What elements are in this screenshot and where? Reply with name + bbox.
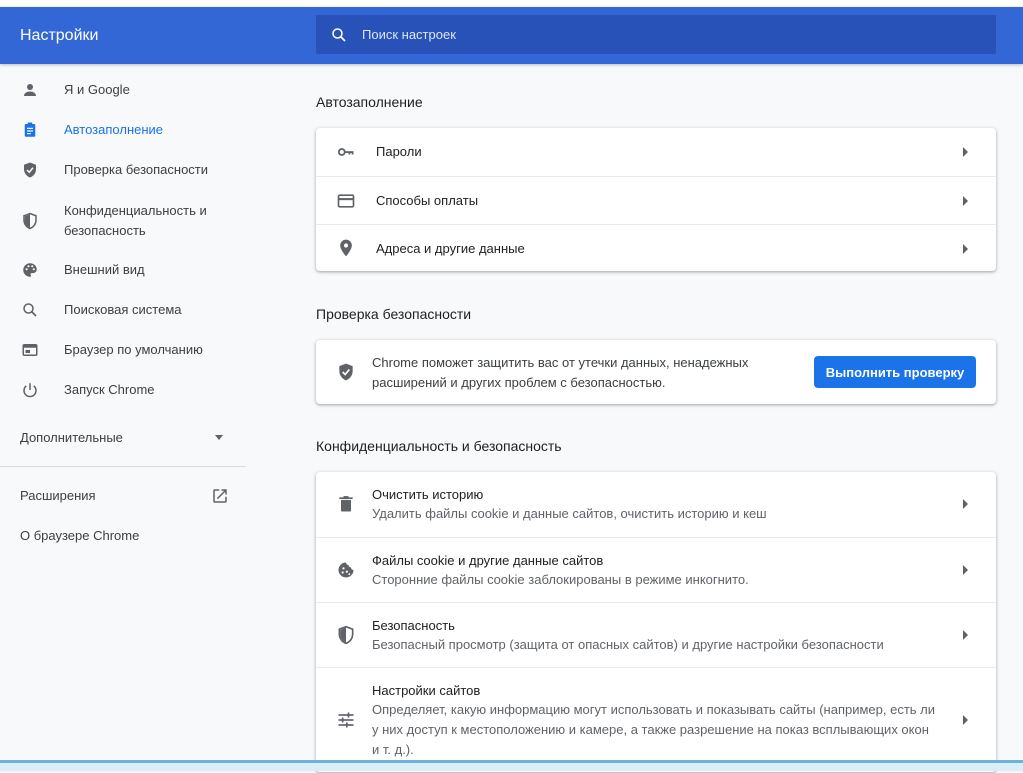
open-in-new-icon <box>211 487 229 510</box>
sidebar-item-extensions[interactable]: Расширения <box>0 486 246 506</box>
search-input[interactable]: Поиск настроек <box>362 15 456 54</box>
person-icon <box>20 80 40 100</box>
sidebar-item-search-engine[interactable]: Поисковая система <box>0 300 246 320</box>
sidebar-item-label: Браузер по умолчанию <box>64 342 203 357</box>
row-security[interactable]: Безопасность Безопасный просмотр (защита… <box>316 602 996 668</box>
arrow-right-icon <box>963 630 968 640</box>
sidebar-item-you-and-google[interactable]: Я и Google <box>0 80 246 100</box>
power-icon <box>20 380 40 400</box>
sidebar-item-label: Внешний вид <box>64 262 145 277</box>
arrow-right-icon <box>963 147 968 157</box>
row-title: Настройки сайтов <box>372 683 481 698</box>
settings-header: Настройки Поиск настроек <box>0 7 1023 64</box>
row-cookies[interactable]: Файлы cookie и другие данные сайтов Стор… <box>316 537 996 603</box>
row-label: Адреса и другие данные <box>376 241 525 256</box>
extensions-label: Расширения <box>20 488 96 503</box>
safety-text-line-2: расширений и других проблем с безопаснос… <box>372 375 666 390</box>
sidebar-item-label: Автозаполнение <box>64 122 164 137</box>
about-label: О браузере Chrome <box>20 528 140 543</box>
shield-half-icon <box>20 211 40 231</box>
row-payment-methods[interactable]: Способы оплаты <box>316 176 996 225</box>
window-top-strip <box>0 0 1023 7</box>
sidebar-item-label: Конфиденциальность и безопасность <box>64 203 207 238</box>
sidebar-item-default-browser[interactable]: Браузер по умолчанию <box>0 340 246 360</box>
sidebar-item-appearance[interactable]: Внешний вид <box>0 260 246 280</box>
row-addresses[interactable]: Адреса и другие данные <box>316 224 996 272</box>
sidebar-item-label: Поисковая система <box>64 302 182 317</box>
key-icon <box>336 142 356 162</box>
page-title: Настройки <box>20 27 99 44</box>
shield-half-icon <box>336 625 356 645</box>
arrow-right-icon <box>963 499 968 509</box>
row-subtitle-line-1: Определяет, какую информацию могут испол… <box>372 702 936 717</box>
sidebar-item-label: Запуск Chrome <box>64 382 155 397</box>
tune-icon <box>336 710 356 730</box>
search-box[interactable]: Поиск настроек <box>316 15 996 54</box>
arrow-right-icon <box>963 565 968 575</box>
shield-check-icon <box>20 160 40 180</box>
run-safety-check-button[interactable]: Выполнить проверку <box>814 356 976 388</box>
row-subtitle: Удалить файлы cookie и данные сайтов, оч… <box>372 506 767 521</box>
arrow-right-icon <box>963 715 968 725</box>
palette-icon <box>20 260 40 280</box>
sidebar-item-privacy[interactable]: Конфиденциальность и безопасность <box>0 201 246 241</box>
section-title-safety-check: Проверка безопасности <box>316 306 472 322</box>
row-passwords[interactable]: Пароли <box>316 128 996 176</box>
search-icon <box>20 300 40 320</box>
row-label: Пароли <box>376 144 422 159</box>
safety-text-line-1: Chrome поможет защитить вас от утечки да… <box>372 355 749 370</box>
row-label: Способы оплаты <box>376 193 479 208</box>
browser-icon <box>20 340 40 360</box>
autofill-card: Пароли Способы оплаты Адреса и другие да… <box>316 128 996 271</box>
row-subtitle: Безопасный просмотр (защита от опасных с… <box>372 637 884 652</box>
advanced-label: Дополнительные <box>20 430 123 445</box>
sidebar-item-label: Проверка безопасности <box>64 162 209 177</box>
shield-check-icon <box>336 362 356 387</box>
row-title: Очистить историю <box>372 487 484 502</box>
section-title-autofill: Автозаполнение <box>316 94 423 110</box>
clipboard-icon <box>20 120 40 140</box>
row-title: Файлы cookie и другие данные сайтов <box>372 553 604 568</box>
safety-check-card: Chrome поможет защитить вас от утечки да… <box>316 340 996 404</box>
privacy-card: Очистить историю Удалить файлы cookie и … <box>316 472 996 772</box>
arrow-right-icon <box>963 196 968 206</box>
trash-icon <box>336 494 356 514</box>
arrow-right-icon <box>963 244 968 254</box>
chevron-down-icon <box>215 435 223 440</box>
sidebar-item-autofill[interactable]: Автозаполнение <box>0 120 246 140</box>
cookie-icon <box>336 560 356 580</box>
section-title-privacy: Конфиденциальность и безопасность <box>316 438 562 454</box>
row-subtitle-line-2: у них доступ к местоположению и камере, … <box>372 722 929 737</box>
location-pin-icon <box>336 238 356 258</box>
row-clear-history[interactable]: Очистить историю Удалить файлы cookie и … <box>316 472 996 537</box>
sidebar-advanced-toggle[interactable]: Дополнительные <box>0 428 246 448</box>
sidebar-item-safety-check[interactable]: Проверка безопасности <box>0 160 246 180</box>
row-subtitle-line-3: и т. д.). <box>372 742 414 757</box>
row-subtitle: Сторонние файлы cookie заблокированы в р… <box>372 572 749 587</box>
sidebar-item-label: Я и Google <box>64 82 130 97</box>
row-title: Безопасность <box>372 618 455 633</box>
search-icon <box>332 28 346 42</box>
row-site-settings[interactable]: Настройки сайтов Определяет, какую инфор… <box>316 667 996 773</box>
window-bottom-edge <box>0 760 1023 771</box>
sidebar-divider <box>0 466 246 467</box>
credit-card-icon <box>336 191 356 211</box>
sidebar-item-about[interactable]: О браузере Chrome <box>0 526 246 546</box>
sidebar-item-on-startup[interactable]: Запуск Chrome <box>0 380 246 400</box>
safety-check-description: Chrome поможет защитить вас от утечки да… <box>372 353 748 393</box>
